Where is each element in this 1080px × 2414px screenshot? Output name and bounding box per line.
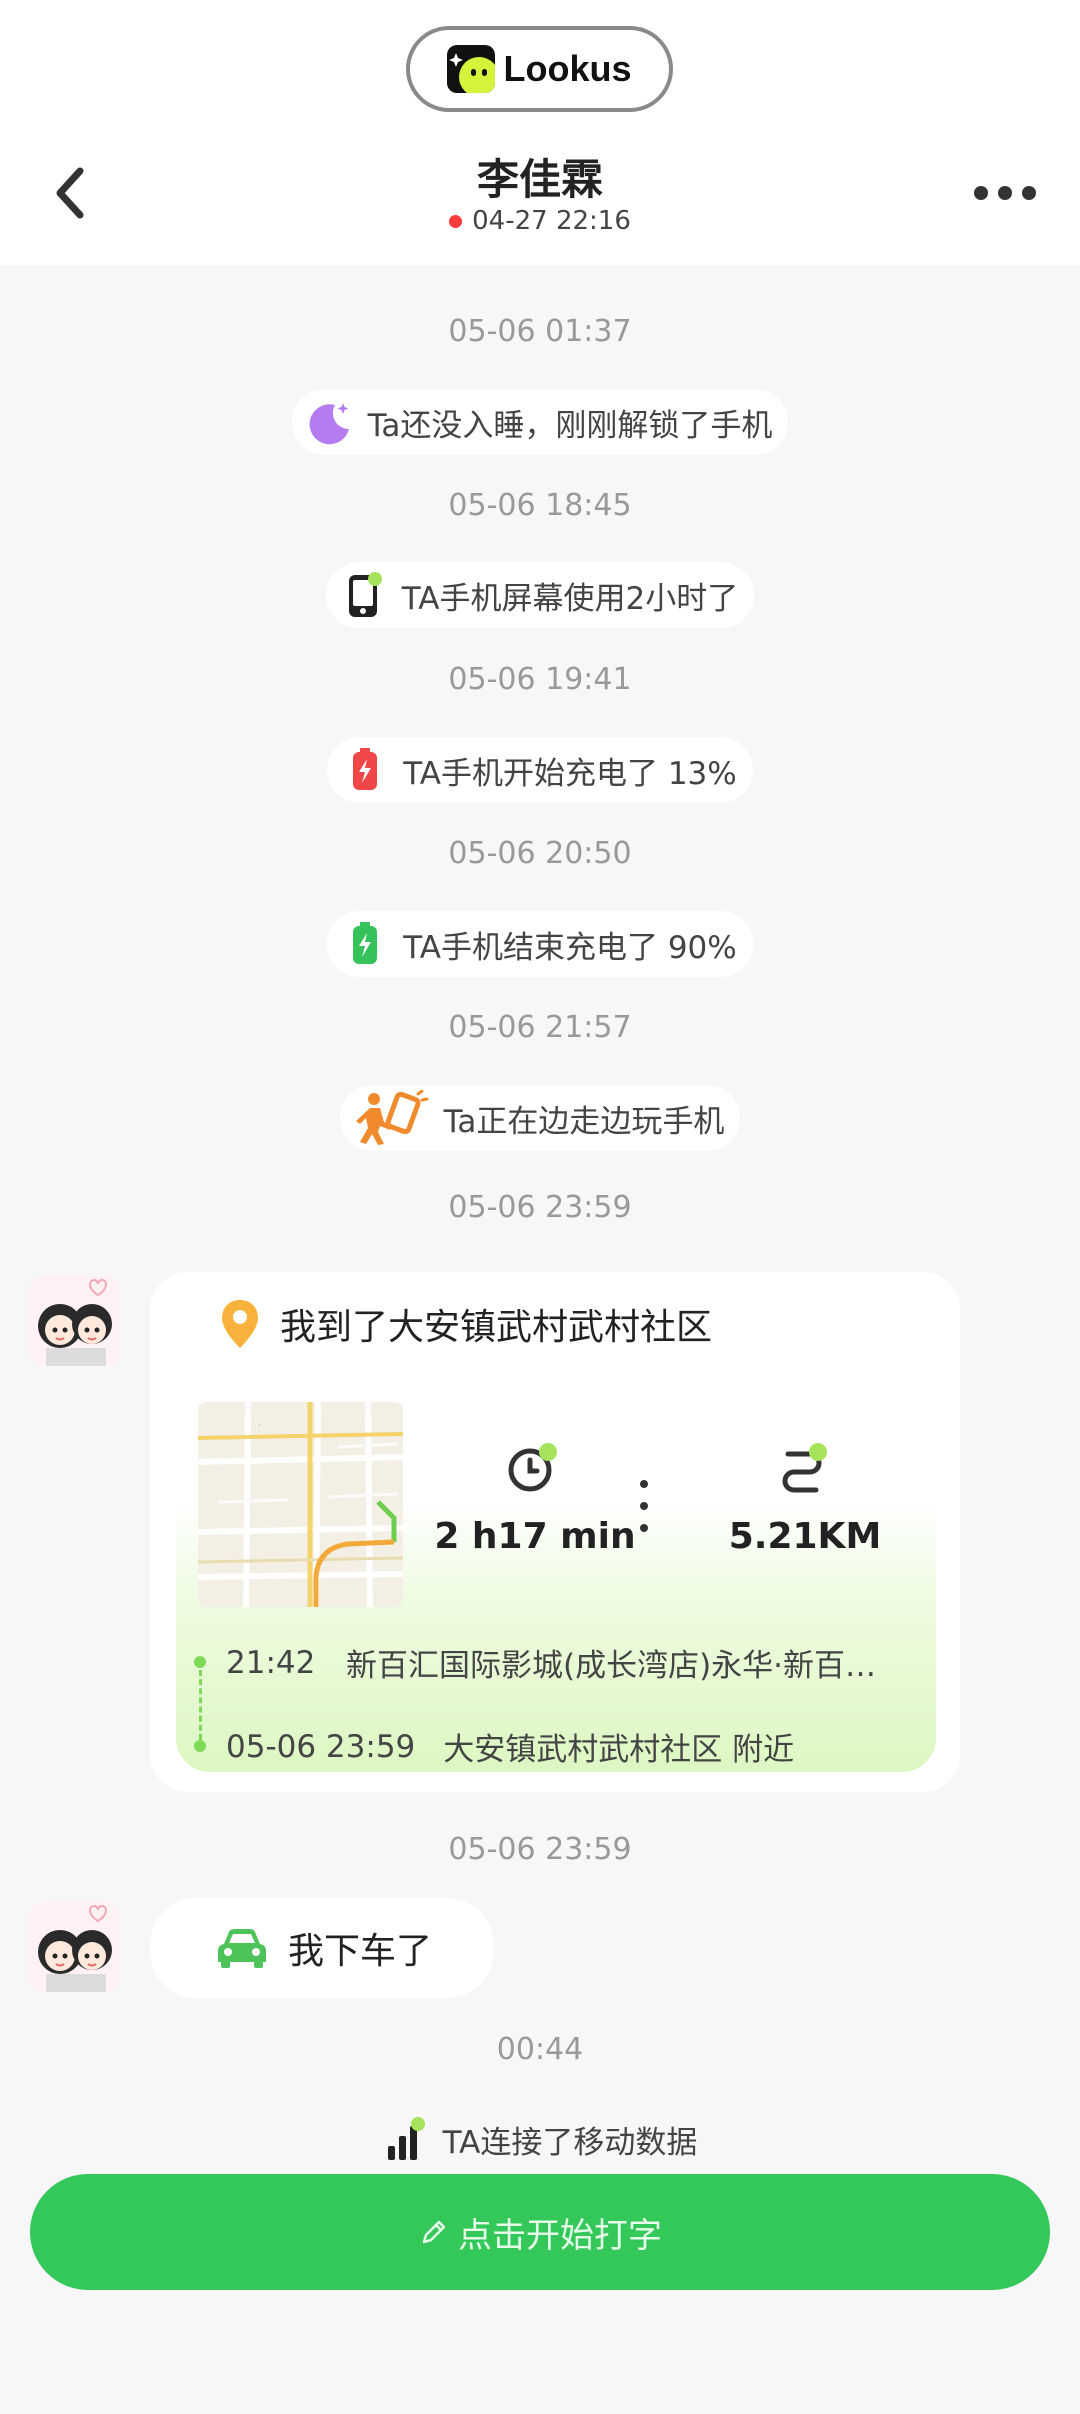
timestamp: 05-06 18:45 bbox=[448, 488, 632, 523]
status-dot-icon bbox=[449, 214, 463, 228]
message-bubble[interactable]: 我下车了 bbox=[150, 1898, 494, 1998]
event-text: Ta还没入睡，刚刚解锁了手机 bbox=[367, 407, 773, 444]
location-card-title: 我到了大安镇武村武村社区 bbox=[280, 1307, 713, 1348]
route-map-thumbnail[interactable]: · bbox=[198, 1402, 403, 1607]
timestamp: 05-06 20:50 bbox=[448, 836, 632, 871]
mobile-signal-icon bbox=[379, 2113, 431, 2165]
contact-name: 李佳霖 bbox=[476, 155, 603, 204]
walking-with-phone-icon bbox=[352, 1090, 432, 1145]
event-pill: TA手机屏幕使用2小时了 bbox=[325, 562, 755, 628]
avatar[interactable] bbox=[30, 1902, 120, 1992]
route-end-time: 05-06 23:59 bbox=[226, 1728, 416, 1765]
timestamp: 05-06 19:41 bbox=[448, 662, 632, 697]
route-start-time: 21:42 bbox=[226, 1644, 316, 1681]
location-pin-icon bbox=[222, 1300, 258, 1348]
battery-charging-green-icon bbox=[339, 918, 391, 970]
event-text: TA手机开始充电了 13% bbox=[403, 755, 737, 792]
message-text: 我下车了 bbox=[288, 1931, 433, 1972]
route-start-dot bbox=[194, 1656, 206, 1668]
event-pill: TA手机开始充电了 13% bbox=[327, 737, 753, 803]
dot-icon bbox=[974, 186, 988, 200]
svg-text:·: · bbox=[258, 1421, 261, 1431]
back-button[interactable] bbox=[40, 160, 100, 226]
contact-status: 04-27 22:16 bbox=[340, 206, 740, 236]
phone-screen-icon bbox=[338, 569, 390, 621]
route-start-place: 新百汇国际影城(成长湾店)永华·新百… bbox=[346, 1648, 877, 1684]
pencil-icon bbox=[422, 2220, 446, 2244]
route-end-dot bbox=[194, 1740, 206, 1752]
route-end-row: 05-06 23:59 大安镇武村武村社区 附近 bbox=[226, 1724, 926, 1769]
car-icon bbox=[218, 1929, 266, 1968]
location-card-title-row: 我到了大安镇武村武村社区 bbox=[220, 1296, 712, 1352]
avatar[interactable] bbox=[30, 1276, 120, 1366]
event-row: TA手机屏幕使用2小时了 bbox=[0, 562, 1080, 628]
event-text: TA手机结束充电了 90% bbox=[403, 929, 737, 966]
compose-button[interactable]: 点击开始打字 bbox=[30, 2174, 1050, 2290]
last-seen-time: 04-27 22:16 bbox=[472, 206, 631, 236]
trip-distance: 5.21KM bbox=[728, 1516, 882, 1557]
event-row: TA连接了移动数据 bbox=[0, 2106, 1080, 2172]
dot-icon bbox=[1022, 186, 1036, 200]
event-pill: TA连接了移动数据 bbox=[367, 2106, 714, 2172]
moon-icon bbox=[304, 396, 356, 448]
lookus-logo-icon bbox=[447, 45, 496, 93]
trip-duration: 2 h17 min bbox=[434, 1516, 636, 1557]
route-start-row: 21:42 新百汇国际影城(成长湾店)永华·新百… bbox=[226, 1640, 926, 1685]
timestamp: 05-06 23:59 bbox=[448, 1190, 632, 1225]
event-row: Ta还没入睡，刚刚解锁了手机 bbox=[0, 389, 1080, 455]
dot-icon bbox=[998, 186, 1012, 200]
event-row: TA手机结束充电了 90% bbox=[0, 911, 1080, 977]
brand-name: Lookus bbox=[503, 48, 632, 89]
event-pill: TA手机结束充电了 90% bbox=[327, 911, 753, 977]
brand-badge[interactable]: Lookus bbox=[406, 26, 673, 112]
compose-label: 点击开始打字 bbox=[458, 2215, 662, 2256]
chevron-left-icon bbox=[56, 167, 84, 219]
stat-divider bbox=[638, 1478, 650, 1538]
timestamp: 05-06 01:37 bbox=[448, 314, 632, 349]
timestamp: 05-06 23:59 bbox=[448, 1832, 632, 1867]
event-pill: Ta正在边走边玩手机 bbox=[339, 1085, 741, 1151]
event-row: TA手机开始充电了 13% bbox=[0, 737, 1080, 803]
clock-icon bbox=[508, 1443, 557, 1492]
timestamp: 05-06 21:57 bbox=[448, 1010, 632, 1045]
event-text: Ta正在边走边玩手机 bbox=[443, 1103, 725, 1140]
timestamp: 00:44 bbox=[496, 2032, 584, 2067]
route-end-place: 大安镇武村武村社区 附近 bbox=[443, 1732, 795, 1768]
event-row: Ta正在边走边玩手机 bbox=[0, 1085, 1080, 1151]
more-options-button[interactable] bbox=[965, 165, 1045, 221]
event-pill: Ta还没入睡，刚刚解锁了手机 bbox=[291, 389, 789, 455]
route-distance-icon bbox=[782, 1443, 827, 1493]
route-connector bbox=[199, 1670, 202, 1740]
battery-charging-red-icon bbox=[339, 744, 391, 796]
event-text: TA手机屏幕使用2小时了 bbox=[401, 580, 739, 617]
event-text: TA连接了移动数据 bbox=[442, 2124, 698, 2161]
